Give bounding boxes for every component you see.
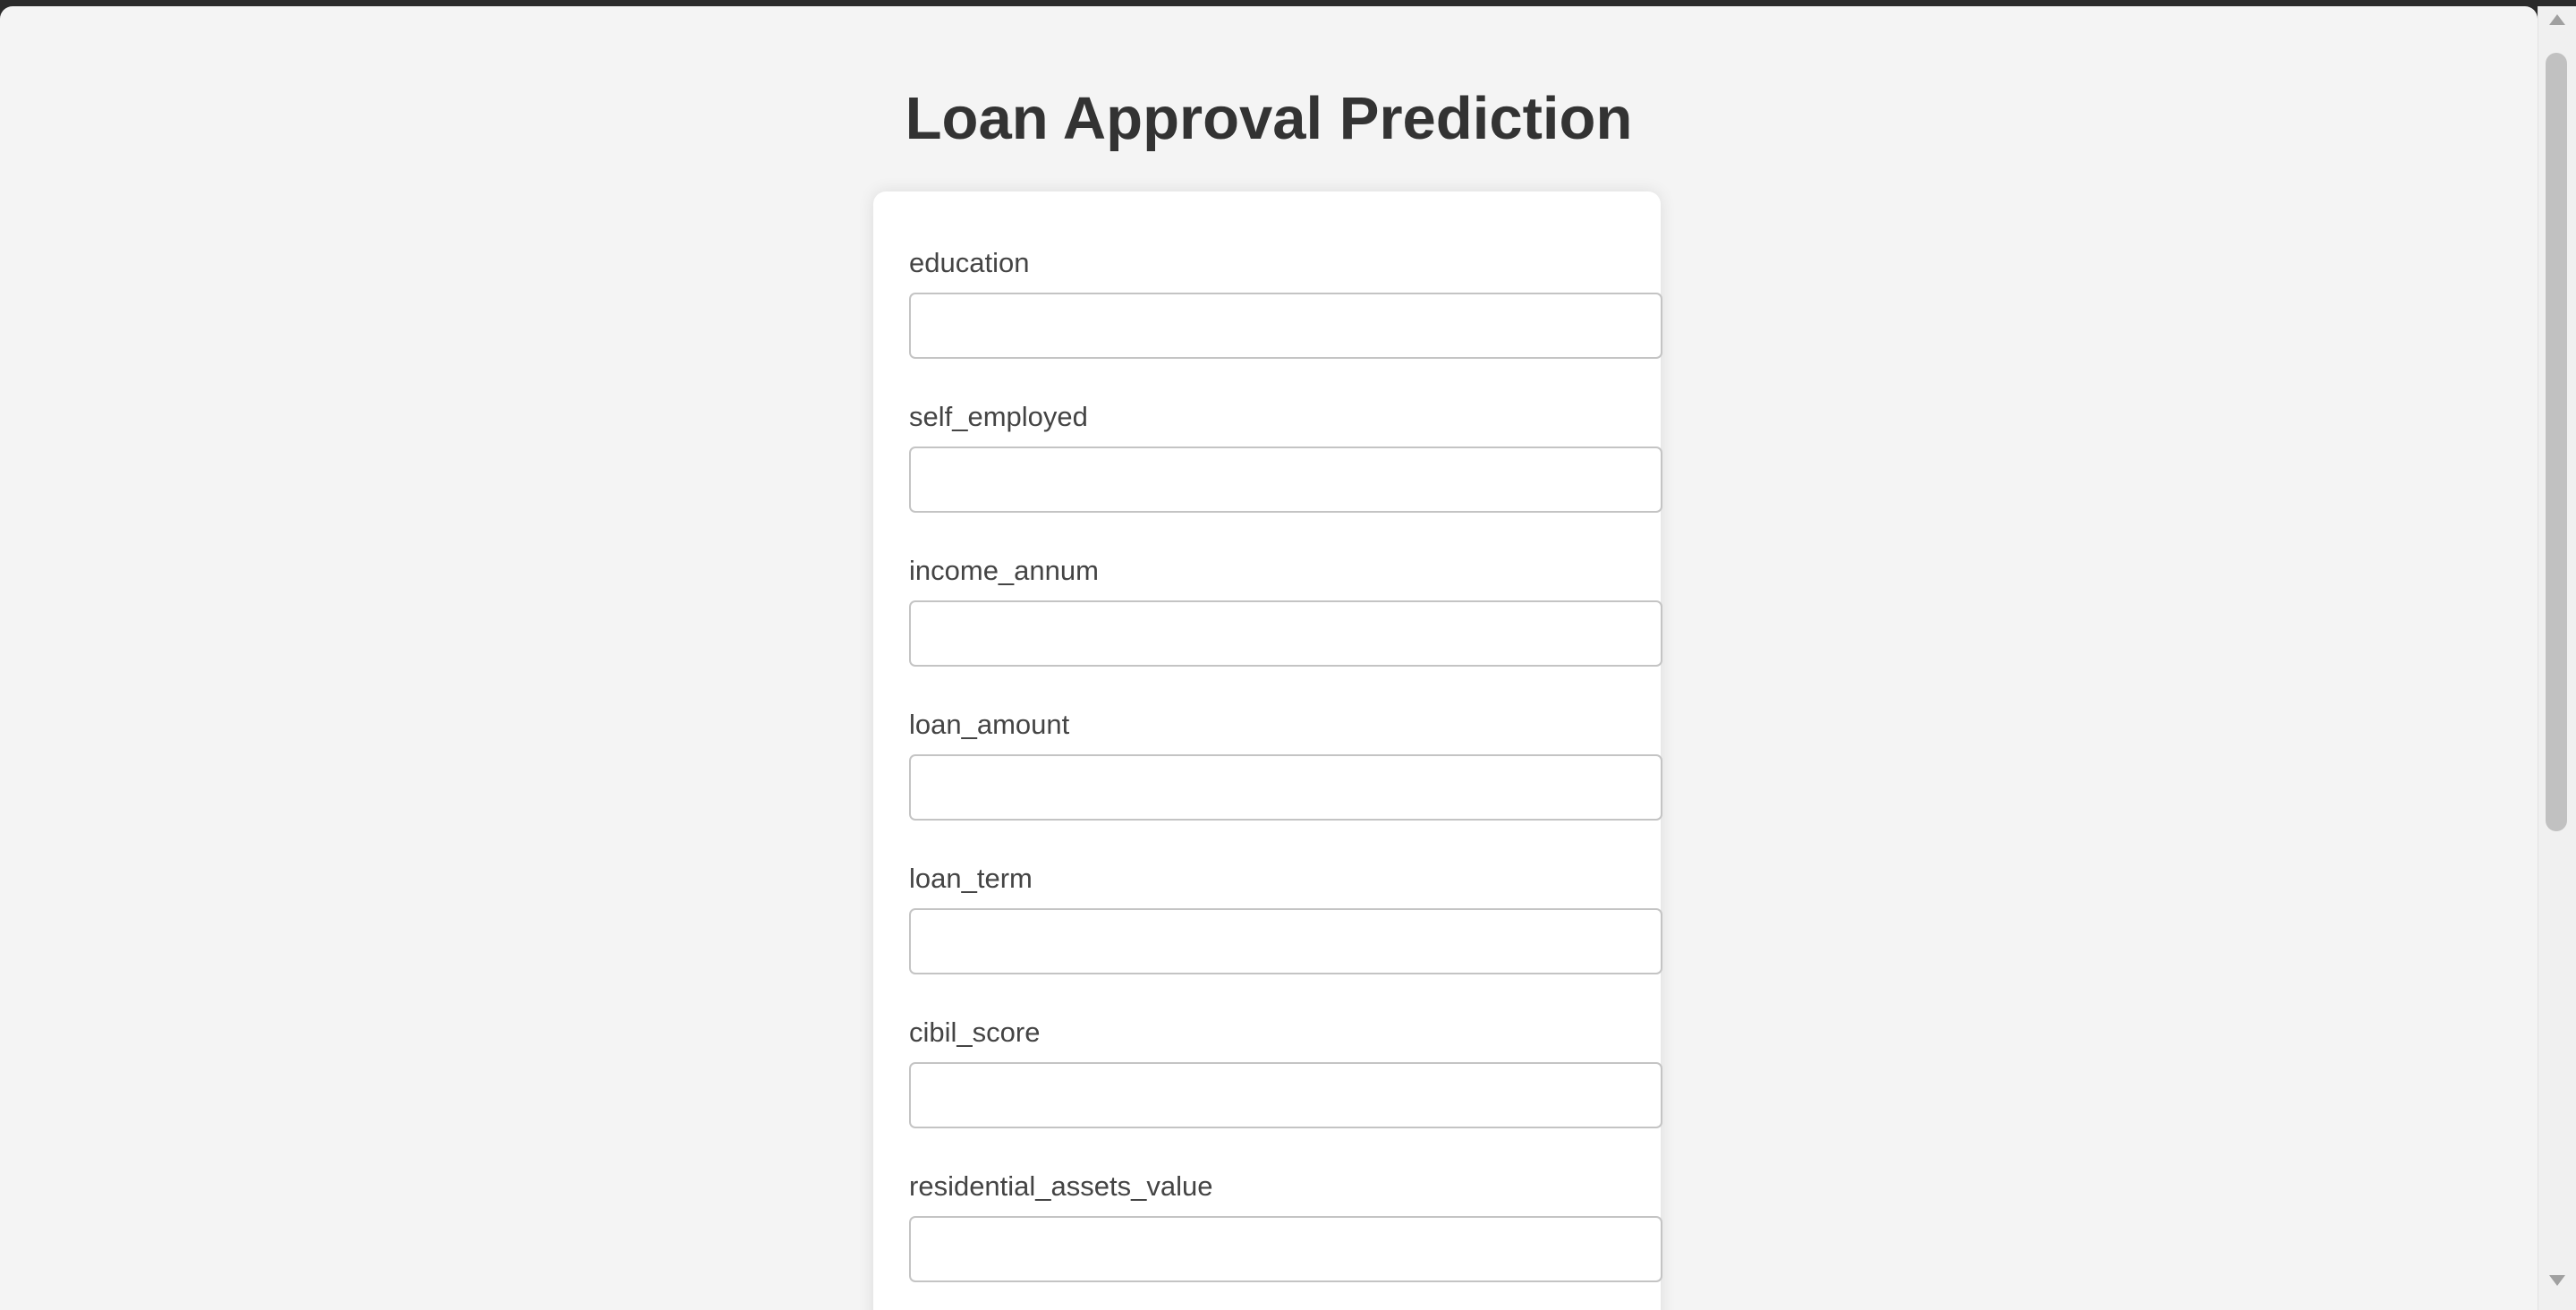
education-input[interactable] [909,293,1662,359]
income-annum-input[interactable] [909,600,1662,667]
chevron-down-icon [2549,1275,2565,1286]
browser-viewport: Loan Approval Prediction education self_… [0,6,2538,1310]
loan-term-label: loan_term [909,863,1033,894]
education-label: education [909,247,1030,278]
scroll-thumb[interactable] [2546,53,2567,831]
chevron-up-icon [2549,14,2565,25]
residential-assets-value-label: residential_assets_value [909,1170,1213,1202]
loan-form: education self_employed income_annum loa… [873,191,1662,1310]
self-employed-label: self_employed [909,401,1088,432]
field-self-employed: self_employed [909,399,1662,513]
cibil-score-label: cibil_score [909,1017,1041,1048]
field-education: education [909,245,1662,359]
vertical-scrollbar[interactable] [2538,6,2576,1310]
cibil-score-input[interactable] [909,1062,1662,1128]
field-income-annum: income_annum [909,553,1662,667]
page-title: Loan Approval Prediction [905,85,1633,152]
field-loan-term: loan_term [909,861,1662,974]
loan-amount-label: loan_amount [909,709,1070,740]
income-annum-label: income_annum [909,555,1099,586]
residential-assets-value-input[interactable] [909,1216,1662,1282]
scroll-down-button[interactable] [2538,1274,2576,1310]
field-residential-assets-value: residential_assets_value [909,1169,1662,1282]
field-cibil-score: cibil_score [909,1015,1662,1128]
field-loan-amount: loan_amount [909,707,1662,821]
self-employed-input[interactable] [909,447,1662,513]
loan-term-input[interactable] [909,908,1662,974]
scroll-up-button[interactable] [2538,13,2576,49]
loan-amount-input[interactable] [909,754,1662,821]
